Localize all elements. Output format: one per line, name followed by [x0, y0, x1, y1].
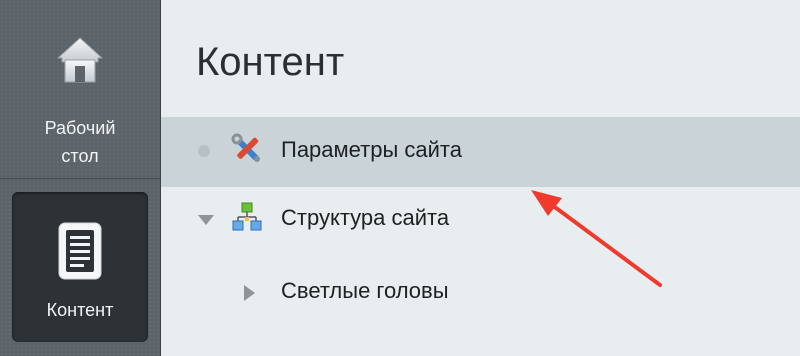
tree-item-site-structure[interactable]: Структура сайта [161, 185, 800, 255]
main-panel: Контент Параметры сайта Структура сайта … [161, 0, 800, 356]
nav-divider [0, 178, 160, 179]
home-icon [54, 34, 106, 86]
page-title: Контент [196, 40, 345, 84]
document-icon [58, 222, 102, 280]
sitemap-icon [231, 201, 263, 233]
tree-item-site-settings[interactable]: Параметры сайта [161, 117, 800, 187]
tree-item-label: Параметры сайта [281, 137, 462, 162]
tree-item-bright-heads[interactable]: Светлые головы [161, 258, 800, 328]
expand-arrow-right-icon[interactable] [244, 285, 255, 301]
nav-desktop-label-line2: стол [61, 146, 99, 166]
nav-content-label: Контент [46, 300, 114, 320]
tree-item-label: Структура сайта [281, 205, 450, 230]
nav-desktop-label: Рабочий стол [0, 114, 160, 170]
leaf-bullet-icon [198, 145, 210, 157]
tree-item-label: Светлые головы [281, 278, 449, 303]
expand-arrow-down-icon[interactable] [198, 215, 214, 225]
nav-desktop-label-line1: Рабочий [44, 118, 116, 138]
nav-item-desktop[interactable]: Рабочий стол [0, 22, 160, 172]
tools-icon [231, 133, 263, 165]
left-navigation: Рабочий стол Контент [0, 0, 161, 356]
nav-item-content[interactable]: Контент [12, 192, 148, 342]
